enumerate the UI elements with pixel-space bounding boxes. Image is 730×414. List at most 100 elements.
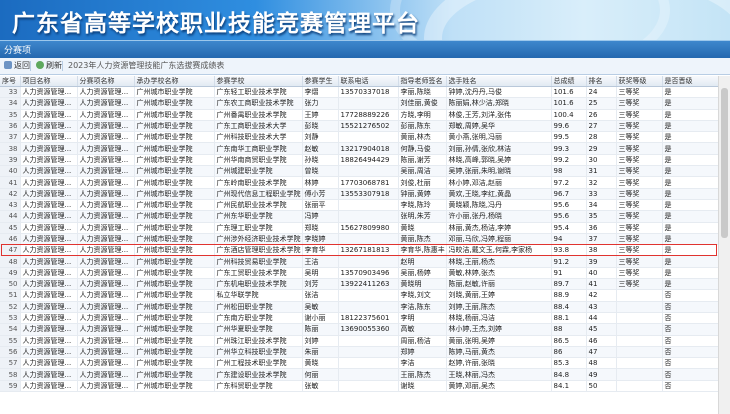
table-cell bbox=[338, 210, 399, 223]
table-cell: 广州城市职业学院 bbox=[134, 278, 215, 291]
table-cell: 98 bbox=[551, 165, 587, 178]
table-row[interactable]: 46 人力资源管理... 人力资源管理... 广州城市职业学院 广州涉外经济职业技术学院… bbox=[0, 233, 719, 246]
table-cell: 人力资源管理... bbox=[20, 323, 78, 336]
table-row[interactable]: 38 人力资源管理... 人力资源管理... 广州城市职业学院 广东南华工商职业学院 赵敏… bbox=[0, 142, 719, 155]
table-cell: 广州城市职业学院 bbox=[134, 368, 215, 381]
table-row[interactable]: 34 人力资源管理... 人力资源管理... 广州城市职业学院 广东农工商职业技术学院张… bbox=[0, 97, 719, 110]
table-cell: 王婷 bbox=[302, 109, 339, 121]
table-cell: 广州城市职业学院 bbox=[134, 335, 215, 347]
column-header[interactable]: 选手姓名 bbox=[446, 76, 552, 87]
table-cell: 101.6 bbox=[551, 97, 587, 110]
table-cell: 48 bbox=[0, 255, 21, 268]
table-row[interactable]: 44 人力资源管理... 人力资源管理... 广州城市职业学院 广州东华职业学院 冯婷 张明… bbox=[0, 210, 719, 223]
table-row[interactable]: 57 人力资源管理... 人力资源管理... 广州城市职业学院 广州工程技术职业学院 黄晓… bbox=[0, 357, 719, 370]
column-header[interactable]: 承办学校名称 bbox=[134, 76, 215, 87]
table-cell: 黄晓颖,陈晓,冯丹 bbox=[446, 199, 552, 212]
column-header[interactable]: 总成绩 bbox=[551, 76, 587, 87]
table-row[interactable]: 52 人力资源管理... 人力资源管理... 广州城市职业学院 广州松田职业学院 吴敏 李洁… bbox=[0, 301, 719, 313]
table-row[interactable]: 54 人力资源管理... 人力资源管理... 广州城市职业学院 广州华夏职业学院 陈丽 13… bbox=[0, 323, 719, 336]
table-row[interactable]: 40 人力资源管理... 人力资源管理... 广州城市职业学院 广州城建职业学院 曾晓 吴丽… bbox=[0, 165, 719, 178]
column-header[interactable]: 指导老师签名 bbox=[398, 76, 447, 87]
table-row[interactable]: 42 人力资源管理... 人力资源管理... 广州城市职业学院 广州现代信息工程职业学院… bbox=[0, 188, 719, 200]
table-cell: 人力资源管理... bbox=[77, 244, 135, 257]
column-header[interactable]: 联系电话 bbox=[338, 76, 399, 87]
table-cell bbox=[616, 323, 663, 336]
table-cell: 是 bbox=[662, 165, 719, 178]
table-cell: 广州民航职业技术学院 bbox=[214, 199, 303, 212]
column-header[interactable]: 参赛学校 bbox=[214, 76, 303, 87]
table-cell: 51 bbox=[0, 289, 21, 302]
table-cell bbox=[338, 131, 399, 144]
table-cell: 吴婷,张丽,朱明,谢晓 bbox=[446, 165, 552, 178]
table-row[interactable]: 48 人力资源管理... 人力资源管理... 广州城市职业学院 广州科技贸易职业学院 王洁… bbox=[0, 255, 719, 268]
table-row[interactable]: 35 人力资源管理... 人力资源管理... 广州城市职业学院 广州番禺职业技术学院 王婷… bbox=[0, 109, 719, 121]
table-cell: 人力资源管理... bbox=[77, 267, 135, 280]
table-row[interactable]: 55 人力资源管理... 人力资源管理... 广州城市职业学院 广州珠江职业技术学院 刘婷… bbox=[0, 335, 719, 347]
table-cell: 38 bbox=[0, 142, 21, 155]
table-cell: 黄丽,林杰 bbox=[398, 131, 447, 144]
table-cell: 44 bbox=[586, 312, 617, 325]
table-row[interactable]: 41 人力资源管理... 人力资源管理... 广州城市职业学院 广东岭南职业技术学院 林婷… bbox=[0, 176, 719, 189]
scrollbar-thumb[interactable] bbox=[721, 88, 728, 238]
table-cell: 人力资源管理... bbox=[20, 165, 78, 178]
column-header[interactable]: 序号 bbox=[0, 76, 21, 87]
table-cell: 86.5 bbox=[551, 335, 587, 347]
table-cell: 吴丽,杨婷 bbox=[398, 267, 447, 280]
table-cell: 96.7 bbox=[551, 188, 587, 200]
column-header[interactable]: 是否晋级 bbox=[662, 76, 719, 87]
table-row[interactable]: 36 人力资源管理... 人力资源管理... 广州城市职业学院 广东工商职业技术大学 彭晓… bbox=[0, 120, 719, 133]
column-header[interactable]: 分赛项名称 bbox=[77, 76, 135, 87]
table-cell: 广州东华职业学院 bbox=[214, 210, 303, 223]
table-row[interactable]: 43 人力资源管理... 人力资源管理... 广州城市职业学院 广州民航职业技术学院 张丽… bbox=[0, 199, 719, 212]
table-row[interactable]: 53 人力资源管理... 人力资源管理... 广州城市职业学院 广东南方职业学院 谢小丽 1… bbox=[0, 312, 719, 325]
refresh-icon bbox=[36, 61, 44, 69]
table-cell: 是 bbox=[662, 176, 719, 189]
table-cell: 37 bbox=[0, 131, 21, 144]
table-row[interactable]: 33 人力资源管理... 人力资源管理... 广州城市职业学院 广东轻工职业技术学院 李熠… bbox=[0, 86, 719, 99]
column-header[interactable]: 排名 bbox=[586, 76, 617, 87]
table-cell: 13553307918 bbox=[338, 188, 399, 200]
refresh-button[interactable]: 刷新 bbox=[36, 58, 62, 74]
table-row[interactable]: 49 人力资源管理... 人力资源管理... 广州城市职业学院 广东工贸职业技术学院 吴明… bbox=[0, 267, 719, 280]
table-cell bbox=[338, 368, 399, 381]
table-cell: 是 bbox=[662, 255, 719, 268]
section-label: 分赛项 bbox=[4, 46, 32, 56]
table-row[interactable]: 50 人力资源管理... 人力资源管理... 广州城市职业学院 广东机电职业技术学院 刘芳… bbox=[0, 278, 719, 291]
table-cell: 三等奖 bbox=[616, 120, 663, 133]
table-cell: 郑敏,周婷,吴华 bbox=[446, 120, 552, 133]
table-row[interactable]: 39 人力资源管理... 人力资源管理... 广州城市职业学院 广州华南商贸职业学院 孙晓… bbox=[0, 154, 719, 167]
table-cell: 人力资源管理... bbox=[20, 154, 78, 167]
table-cell: 三等奖 bbox=[616, 86, 663, 99]
table-cell: 13570337018 bbox=[338, 86, 399, 99]
table-cell: 何丽 bbox=[302, 368, 339, 381]
table-cell bbox=[338, 335, 399, 347]
table-cell: 三等奖 bbox=[616, 165, 663, 178]
table-cell: 三等奖 bbox=[616, 199, 663, 212]
table-row[interactable]: 51 人力资源管理... 人力资源管理... 广州城市职业学院 私立华联学院 张洁 李晓,刘… bbox=[0, 289, 719, 302]
table-cell: 广州华立科技职业学院 bbox=[214, 346, 303, 359]
table-cell: 是 bbox=[662, 278, 719, 291]
table-cell: 王洁 bbox=[302, 255, 339, 268]
vertical-scrollbar[interactable] bbox=[718, 76, 730, 414]
table-cell bbox=[616, 368, 663, 381]
table-row[interactable]: 45 人力资源管理... 人力资源管理... 广州城市职业学院 广东理工职业学院 郑晓 15… bbox=[0, 222, 719, 234]
results-table: 序号 项目名称 分赛项名称 承办学校名称 参赛学校 参赛学生 联系电话 指导老师签名 选手姓名总… bbox=[0, 76, 719, 393]
table-cell bbox=[616, 289, 663, 302]
table-row[interactable]: 58 人力资源管理... 人力资源管理... 广州城市职业学院 广东建设职业技术学院 何丽… bbox=[0, 368, 719, 381]
highlighted-table-row[interactable]: 47 人力资源管理... 人力资源管理... 广州城市职业学院 广东酒店管理职业技术学院… bbox=[0, 244, 719, 257]
back-button[interactable]: 返回 bbox=[4, 58, 30, 74]
column-header[interactable]: 参赛学生 bbox=[302, 76, 339, 87]
table-cell: 30 bbox=[586, 154, 617, 167]
section-bar: 分赛项 bbox=[0, 40, 730, 59]
table-cell bbox=[338, 199, 399, 212]
table-row[interactable]: 56 人力资源管理... 人力资源管理... 广州城市职业学院 广州华立科技职业学院 朱丽… bbox=[0, 346, 719, 359]
table-row[interactable]: 37 人力资源管理... 人力资源管理... 广州城市职业学院 广州科技职业技术大学 刘静… bbox=[0, 131, 719, 144]
column-header[interactable]: 获奖等级 bbox=[616, 76, 663, 87]
table-cell: 李洁 bbox=[398, 357, 447, 370]
column-header[interactable]: 项目名称 bbox=[20, 76, 78, 87]
table-cell: 40 bbox=[0, 165, 21, 178]
table-cell: 人力资源管理... bbox=[77, 289, 135, 302]
table-cell: 广州城市职业学院 bbox=[134, 97, 215, 110]
table-cell: 邓丽,马欣,冯婷,程丽 bbox=[446, 233, 552, 246]
table-row[interactable]: 59 人力资源管理... 人力资源管理... 广州城市职业学院 广东科贸职业学院 张敏 谢晓… bbox=[0, 380, 719, 393]
